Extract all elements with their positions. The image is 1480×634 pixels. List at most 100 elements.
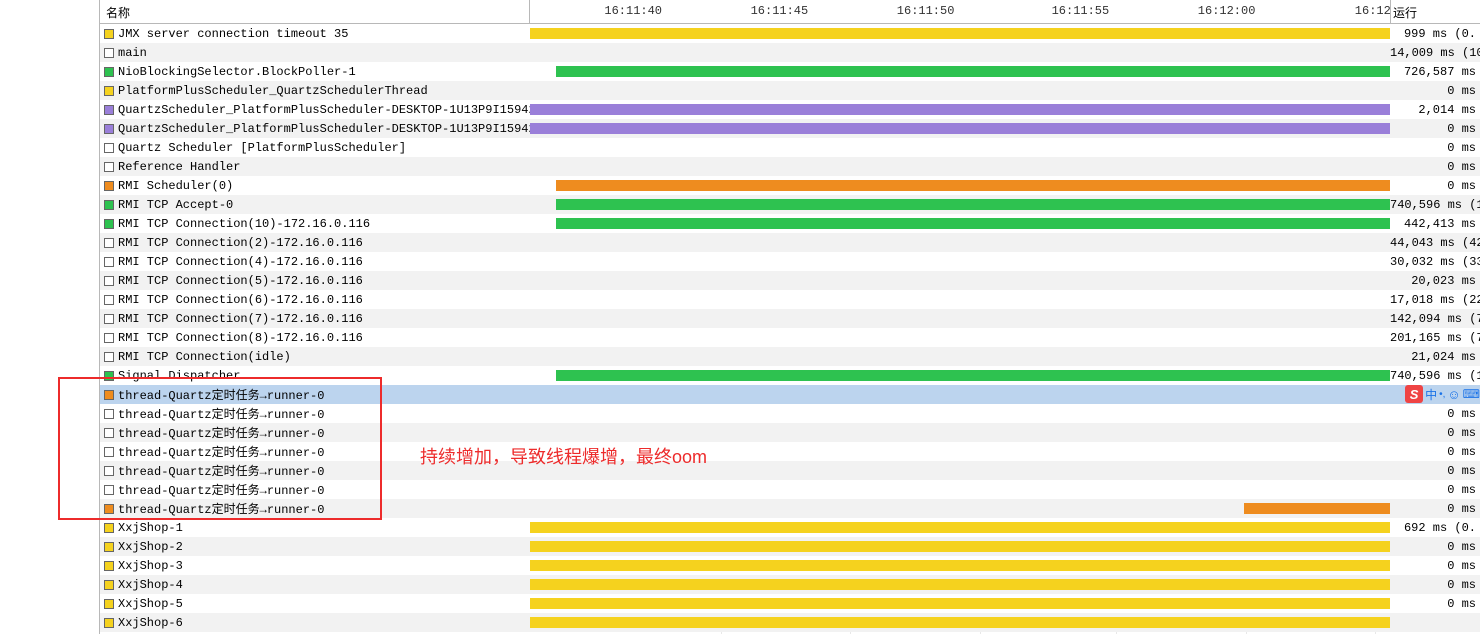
table-row[interactable]: thread-Quartz定时任务→runner-00 ms — [100, 404, 1480, 423]
table-row[interactable]: thread-Quartz定时任务→runner-0 0 ms — [100, 480, 1480, 499]
thread-color-icon — [104, 86, 114, 96]
timeline-cell — [530, 328, 1390, 347]
table-row[interactable]: RMI TCP Connection(6)-172.16.0.11617,018… — [100, 290, 1480, 309]
table-row[interactable]: thread-Quartz定时任务→runner-0 — [100, 385, 1480, 404]
thread-name-cell[interactable]: QuartzScheduler_PlatformPlusScheduler-DE… — [100, 122, 530, 136]
thread-name-cell[interactable]: RMI TCP Connection(8)-172.16.0.116 — [100, 331, 530, 345]
ime-toolbar[interactable]: S 中 •, ☺ ⌨ — [1405, 385, 1480, 403]
table-row[interactable]: RMI TCP Connection(10)-172.16.0.116442,4… — [100, 214, 1480, 233]
table-row[interactable]: XxjShop-1692 ms (0. — [100, 518, 1480, 537]
timeline-cell — [530, 423, 1390, 442]
table-row[interactable]: main14,009 ms (10 — [100, 43, 1480, 62]
run-time-cell: 0 ms — [1390, 540, 1480, 554]
thread-name-cell[interactable]: QuartzScheduler_PlatformPlusScheduler-DE… — [100, 103, 530, 117]
table-row[interactable]: thread-Quartz定时任务→runner-00 ms — [100, 499, 1480, 518]
timeline-cell — [530, 575, 1390, 594]
thread-color-icon — [104, 409, 114, 419]
ime-badge-icon[interactable]: S — [1405, 385, 1423, 403]
table-row[interactable]: thread-Quartz定时任务→runner-00 ms — [100, 442, 1480, 461]
thread-name-cell[interactable]: RMI TCP Connection(6)-172.16.0.116 — [100, 293, 530, 307]
thread-name: RMI TCP Connection(7)-172.16.0.116 — [118, 312, 363, 326]
table-row[interactable]: RMI TCP Connection(idle)21,024 ms — [100, 347, 1480, 366]
thread-name-cell[interactable]: thread-Quartz定时任务→runner-0 — [100, 405, 530, 422]
table-row[interactable]: RMI TCP Connection(5)-172.16.0.11620,023… — [100, 271, 1480, 290]
run-column-header[interactable]: 运行 — [1390, 0, 1480, 23]
thread-name-cell[interactable]: main — [100, 46, 530, 60]
ime-lang-icon[interactable]: 中 — [1425, 386, 1437, 403]
thread-color-icon — [104, 238, 114, 248]
thread-activity-bar — [530, 28, 1390, 39]
table-row[interactable]: RMI TCP Accept-0 740,596 ms (10 — [100, 195, 1480, 214]
thread-name-cell[interactable]: XxjShop-4 — [100, 578, 530, 592]
run-time-cell: 0 ms — [1390, 483, 1480, 497]
thread-name-cell[interactable]: PlatformPlusScheduler_QuartzSchedulerThr… — [100, 84, 530, 98]
run-time-cell: 2,014 ms — [1390, 103, 1480, 117]
thread-activity-bar — [530, 123, 1390, 134]
thread-name-cell[interactable]: RMI TCP Connection(4)-172.16.0.116 — [100, 255, 530, 269]
ime-keyboard-icon[interactable]: ⌨ — [1463, 387, 1480, 401]
thread-name: XxjShop-6 — [118, 616, 183, 630]
run-time-cell: 0 ms — [1390, 160, 1480, 174]
timeline-cell — [530, 594, 1390, 613]
table-row[interactable]: RMI TCP Connection(2)-172.16.0.11644,043… — [100, 233, 1480, 252]
thread-name-cell[interactable]: XxjShop-3 — [100, 559, 530, 573]
table-row[interactable]: PlatformPlusScheduler_QuartzSchedulerThr… — [100, 81, 1480, 100]
thread-name-cell[interactable]: XxjShop-1 — [100, 521, 530, 535]
thread-color-icon — [104, 371, 114, 381]
table-row[interactable]: XxjShop-6 — [100, 613, 1480, 632]
thread-name-cell[interactable]: RMI TCP Connection(7)-172.16.0.116 — [100, 312, 530, 326]
table-row[interactable]: QuartzScheduler_PlatformPlusScheduler-DE… — [100, 100, 1480, 119]
table-row[interactable]: QuartzScheduler_PlatformPlusScheduler-DE… — [100, 119, 1480, 138]
thread-name-cell[interactable]: XxjShop-6 — [100, 616, 530, 630]
thread-activity-bar — [556, 66, 1390, 77]
thread-name-cell[interactable]: RMI TCP Connection(10)-172.16.0.116 — [100, 217, 530, 231]
thread-name-cell[interactable]: JMX server connection timeout 35 — [100, 27, 530, 41]
ime-punct-icon[interactable]: •, — [1439, 389, 1445, 400]
thread-name-cell[interactable]: thread-Quartz定时任务→runner-0 — [100, 500, 530, 517]
table-row[interactable]: XxjShop-40 ms — [100, 575, 1480, 594]
thread-name-cell[interactable]: XxjShop-2 — [100, 540, 530, 554]
thread-color-icon — [104, 447, 114, 457]
table-row[interactable]: NioBlockingSelector.BlockPoller-1726,587… — [100, 62, 1480, 81]
thread-name-cell[interactable]: Reference Handler — [100, 160, 530, 174]
thread-name: NioBlockingSelector.BlockPoller-1 — [118, 65, 356, 79]
thread-name-cell[interactable]: RMI Scheduler(0) — [100, 179, 530, 193]
thread-name-cell[interactable]: Quartz Scheduler [PlatformPlusScheduler] — [100, 141, 530, 155]
table-row[interactable]: thread-Quartz定时任务→runner-00 ms — [100, 423, 1480, 442]
thread-name-cell[interactable]: RMI TCP Connection(2)-172.16.0.116 — [100, 236, 530, 250]
thread-name-cell[interactable]: RMI TCP Connection(idle) — [100, 350, 530, 364]
name-column-header[interactable]: 名称 — [100, 0, 530, 23]
thread-name-cell[interactable]: XxjShop-5 — [100, 597, 530, 611]
table-row[interactable]: RMI Scheduler(0)0 ms — [100, 176, 1480, 195]
table-row[interactable]: XxjShop-2 0 ms — [100, 537, 1480, 556]
thread-name-cell[interactable]: RMI TCP Accept-0 — [100, 198, 530, 212]
run-time-cell: 0 ms — [1390, 122, 1480, 136]
timeline-cell — [530, 195, 1390, 214]
thread-name-cell[interactable]: thread-Quartz定时任务→runner-0 — [100, 386, 530, 403]
thread-name-cell[interactable]: RMI TCP Connection(5)-172.16.0.116 — [100, 274, 530, 288]
timeline-cell — [530, 43, 1390, 62]
thread-name: thread-Quartz定时任务→runner-0 — [118, 405, 324, 422]
table-row[interactable]: Reference Handler 0 ms — [100, 157, 1480, 176]
thread-name-cell[interactable]: thread-Quartz定时任务→runner-0 — [100, 424, 530, 441]
thread-name-cell[interactable]: NioBlockingSelector.BlockPoller-1 — [100, 65, 530, 79]
table-row[interactable]: JMX server connection timeout 35999 ms (… — [100, 24, 1480, 43]
table-row[interactable]: XxjShop-50 ms — [100, 594, 1480, 613]
table-row[interactable]: RMI TCP Connection(4)-172.16.0.11630,032… — [100, 252, 1480, 271]
table-row[interactable]: RMI TCP Connection(7)-172.16.0.116142,09… — [100, 309, 1480, 328]
thread-name-cell[interactable]: Signal Dispatcher — [100, 369, 530, 383]
thread-name: XxjShop-1 — [118, 521, 183, 535]
thread-name: Reference Handler — [118, 160, 240, 174]
table-row[interactable]: Signal Dispatcher740,596 ms (10 — [100, 366, 1480, 385]
timeline-cell — [530, 271, 1390, 290]
run-time-cell: 740,596 ms (10 — [1390, 198, 1480, 212]
thread-name-cell[interactable]: thread-Quartz定时任务→runner-0 — [100, 481, 530, 498]
ime-emoji-icon[interactable]: ☺ — [1447, 387, 1460, 402]
thread-name: JMX server connection timeout 35 — [118, 27, 348, 41]
table-row[interactable]: Quartz Scheduler [PlatformPlusScheduler]… — [100, 138, 1480, 157]
table-row[interactable]: XxjShop-30 ms — [100, 556, 1480, 575]
table-row[interactable]: RMI TCP Connection(8)-172.16.0.116201,16… — [100, 328, 1480, 347]
thread-name: thread-Quartz定时任务→runner-0 — [118, 481, 324, 498]
table-row[interactable]: thread-Quartz定时任务→runner-00 ms — [100, 461, 1480, 480]
thread-color-icon — [104, 523, 114, 533]
